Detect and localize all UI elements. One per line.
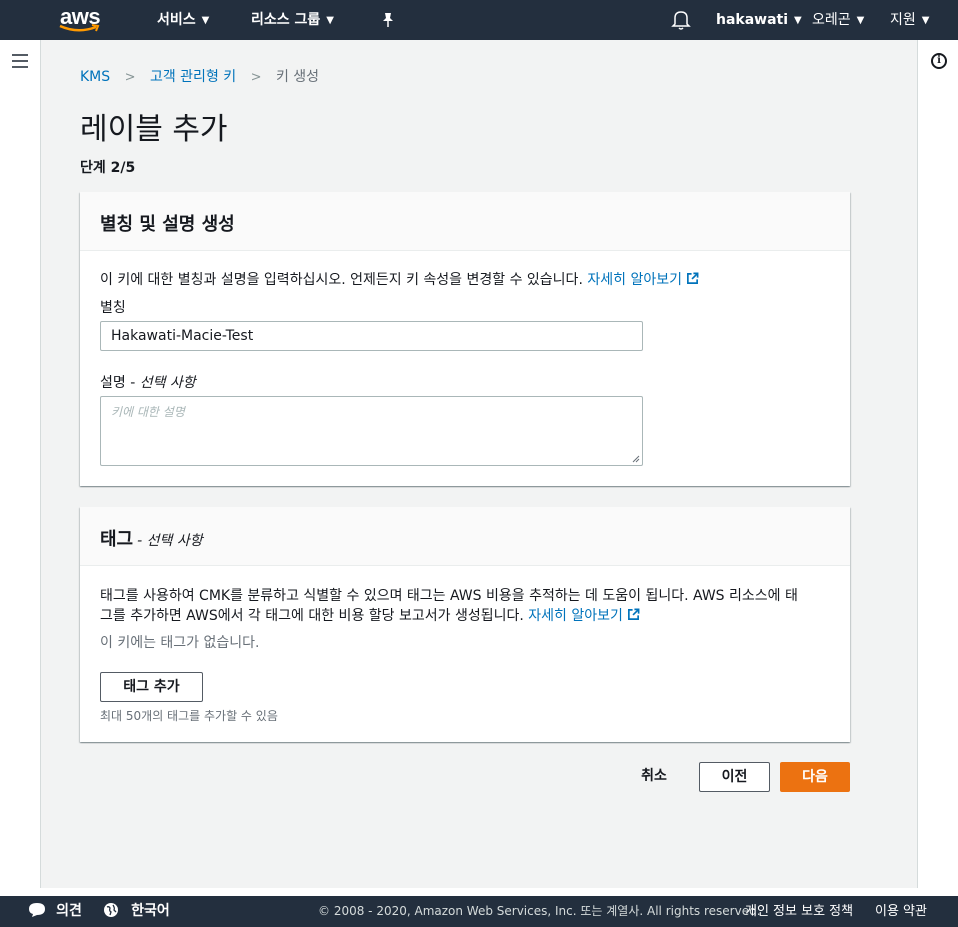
alias-input[interactable]: Hakawati-Macie-Test	[100, 321, 643, 351]
chevron-down-icon: ▼	[326, 15, 334, 26]
tags-panel-header: 태그 - 선택 사항	[80, 507, 850, 566]
bell-icon[interactable]	[671, 9, 691, 31]
right-sidebar: i	[917, 40, 958, 888]
breadcrumb-current: 키 생성	[275, 69, 320, 85]
breadcrumb-kms[interactable]: KMS	[80, 69, 110, 85]
footer: 의견 한국어 © 2008 - 2020, Amazon Web Service…	[0, 896, 958, 927]
description-textarea[interactable]: 키에 대한 설명	[100, 396, 643, 466]
alias-panel-description: 이 키에 대한 별칭과 설명을 입력하십시오. 언제든지 키 속성을 변경할 수…	[100, 270, 699, 290]
user-menu[interactable]: hakawati ▼	[716, 0, 802, 40]
support-menu[interactable]: 지원 ▼	[890, 0, 929, 40]
top-nav: aws 서비스 ▼ 리소스 그룹 ▼ hakawati ▼ 오레곤 ▼ 지원 ▼	[0, 0, 958, 40]
previous-button[interactable]: 이전	[699, 762, 770, 792]
privacy-link[interactable]: 개인 정보 보호 정책	[745, 896, 853, 927]
description-label: 설명 - 선택 사항	[100, 375, 196, 391]
description-placeholder: 키에 대한 설명	[111, 405, 185, 419]
resource-groups-menu[interactable]: 리소스 그룹 ▼	[251, 0, 334, 40]
external-link-icon	[627, 608, 640, 620]
chevron-down-icon: ▼	[794, 15, 802, 26]
copyright-text: © 2008 - 2020, Amazon Web Services, Inc.…	[318, 904, 761, 918]
alias-panel: 별칭 및 설명 생성 이 키에 대한 별칭과 설명을 입력하십시오. 언제든지 …	[80, 192, 850, 486]
external-link-icon	[687, 272, 699, 284]
tags-panel: 태그 - 선택 사항 태그를 사용하여 CMK를 분류하고 식별할 수 있으며 태…	[80, 507, 850, 742]
next-button[interactable]: 다음	[780, 762, 850, 792]
resize-handle-icon[interactable]	[632, 455, 640, 463]
step-indicator: 단계 2/5	[80, 160, 136, 176]
region-menu[interactable]: 오레곤 ▼	[812, 0, 864, 40]
chevron-right-icon: >	[250, 70, 262, 85]
page-title: 레이블 추가	[80, 112, 228, 147]
tags-optional-label: - 선택 사항	[137, 533, 203, 549]
breadcrumb-cmk[interactable]: 고객 관리형 키	[150, 69, 236, 85]
tag-limit-hint: 최대 50개의 태그를 추가할 수 있음	[100, 709, 278, 723]
main-content: KMS > 고객 관리형 키 > 키 생성 레이블 추가 단계 2/5 별칭 및…	[41, 40, 917, 888]
no-tags-message: 이 키에는 태그가 없습니다.	[100, 635, 260, 651]
language-selector[interactable]: 한국어	[103, 896, 170, 927]
pin-icon[interactable]	[378, 10, 398, 30]
learn-more-link[interactable]: 자세히 알아보기	[587, 272, 699, 288]
cancel-button[interactable]: 취소	[627, 762, 681, 792]
left-sidebar	[0, 40, 41, 888]
tags-panel-title: 태그	[100, 529, 134, 550]
terms-link[interactable]: 이용 약관	[875, 896, 927, 927]
breadcrumb: KMS > 고객 관리형 키 > 키 생성	[80, 66, 319, 86]
services-menu[interactable]: 서비스 ▼	[157, 0, 209, 40]
tags-learn-more-link[interactable]: 자세히 알아보기	[528, 608, 640, 624]
tags-panel-description: 태그를 사용하여 CMK를 분류하고 식별할 수 있으며 태그는 AWS 비용을…	[100, 588, 798, 624]
chevron-down-icon: ▼	[856, 15, 865, 26]
info-icon[interactable]: i	[931, 53, 947, 69]
hamburger-menu-icon[interactable]	[12, 54, 28, 68]
feedback-link[interactable]: 의견	[28, 896, 82, 927]
add-tag-button[interactable]: 태그 추가	[100, 672, 203, 702]
aws-smile-icon	[59, 24, 100, 32]
alias-panel-title: 별칭 및 설명 생성	[100, 214, 235, 235]
alias-label: 별칭	[100, 300, 126, 316]
alias-panel-header: 별칭 및 설명 생성	[80, 192, 850, 251]
aws-logo[interactable]: aws	[58, 4, 102, 36]
chevron-right-icon: >	[124, 70, 136, 85]
chevron-down-icon: ▼	[201, 15, 210, 26]
chevron-down-icon: ▼	[921, 15, 930, 26]
speech-bubble-icon	[29, 903, 45, 917]
globe-icon	[104, 903, 118, 917]
